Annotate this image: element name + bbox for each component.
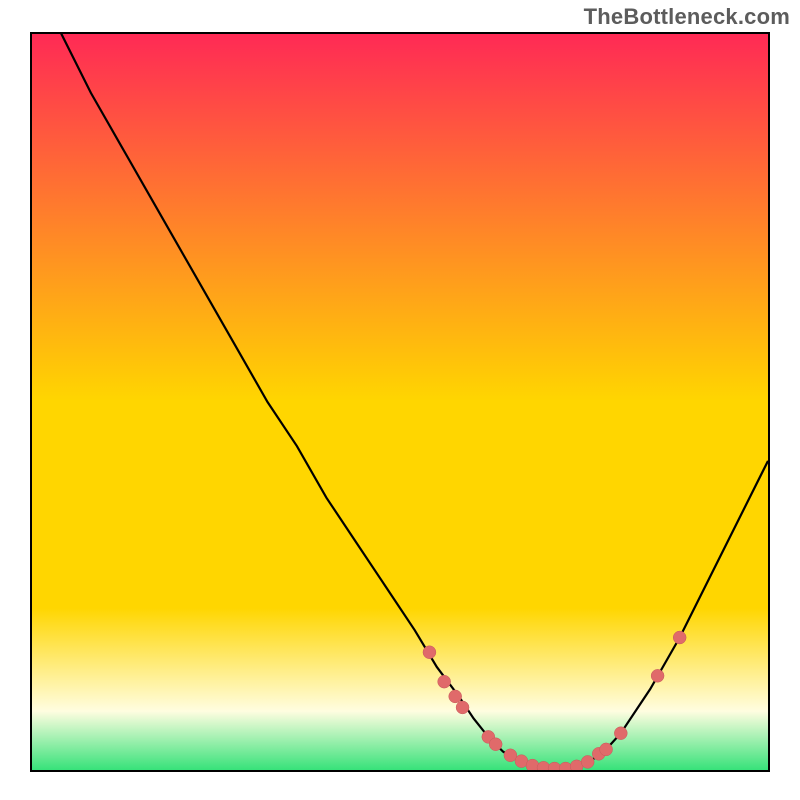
plot-svg <box>32 34 768 770</box>
data-marker <box>600 743 613 756</box>
data-marker <box>423 646 436 659</box>
data-marker <box>489 738 502 751</box>
data-marker <box>673 631 686 644</box>
watermark-text: TheBottleneck.com <box>584 4 790 30</box>
gradient-background <box>32 34 768 770</box>
data-marker <box>449 690 462 703</box>
chart-container: TheBottleneck.com <box>0 0 800 800</box>
plot-frame <box>30 32 770 772</box>
data-marker <box>581 755 594 768</box>
data-marker <box>651 669 664 682</box>
data-marker <box>438 675 451 688</box>
data-marker <box>456 701 469 714</box>
data-marker <box>614 727 627 740</box>
